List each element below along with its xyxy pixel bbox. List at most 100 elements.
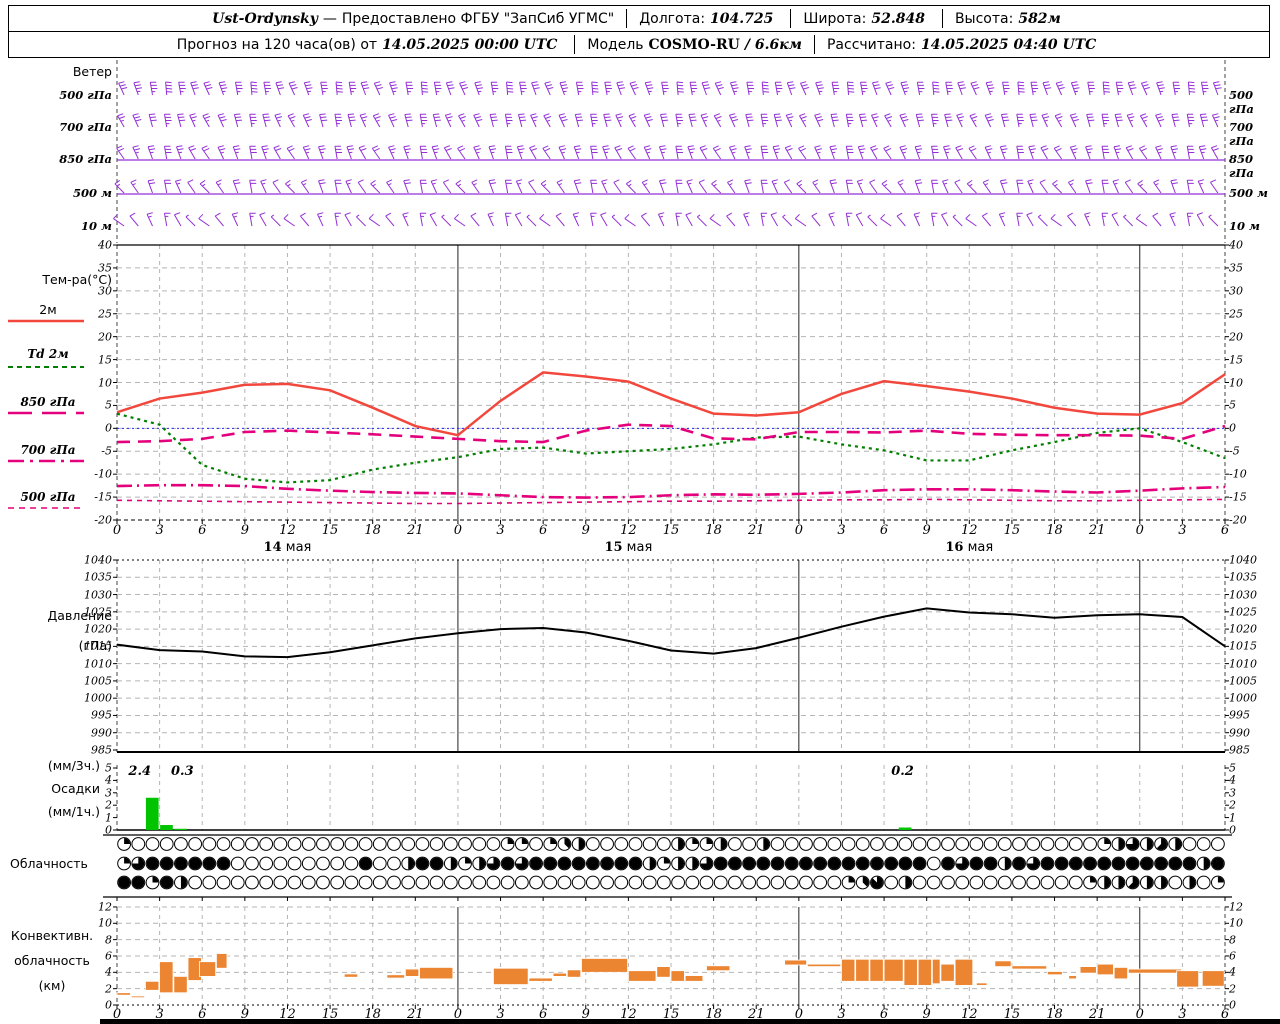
conv-ytick: 0: [1229, 998, 1236, 1012]
precip-ytick: 2: [105, 798, 112, 812]
conv-ytick: 0: [105, 998, 112, 1012]
temp-xtick: 3: [155, 523, 164, 538]
cloud-fill: [828, 857, 841, 870]
bottom-xtick: 9: [581, 1007, 590, 1022]
cloud-fill: [203, 857, 216, 870]
cloud-row-2: [117, 875, 1225, 890]
bottom-xtick: 6: [198, 1007, 207, 1022]
convective-bar: [931, 958, 941, 985]
cloud-circle: [301, 875, 316, 890]
meteogram-screen: Ust-Ordynsky — Предоставлено ФГБУ "ЗапСи…: [0, 0, 1280, 1024]
pressure-ytick: 1035: [84, 570, 112, 584]
cloud-fill: [160, 857, 173, 870]
cloud-circle: [131, 837, 146, 851]
temp-ytick: 35: [1229, 261, 1243, 275]
temp-xtick: 15: [1003, 523, 1021, 538]
cloud-fill: [743, 857, 756, 870]
conv-ytick: 6: [1229, 949, 1236, 963]
pressure-ytick: 990: [1229, 726, 1250, 740]
convective-bar: [1128, 968, 1182, 974]
cloud-circle: [926, 875, 941, 890]
convective-bar: [581, 958, 628, 973]
cloud-circle: [316, 856, 330, 871]
convective-bar: [706, 965, 731, 972]
cloud-fill: [856, 857, 869, 870]
convective-bar: [145, 980, 160, 991]
bottom-xtick: 18: [705, 1007, 722, 1022]
cloud-fill: [465, 857, 471, 864]
cloud-circle: [529, 875, 543, 890]
cloud-fill: [1055, 857, 1068, 870]
cloud-fill: [1013, 857, 1025, 870]
cloud-fill: [848, 876, 855, 883]
cloud-circle: [401, 837, 416, 851]
cloud-circle: [585, 875, 600, 890]
convective-bar: [343, 973, 359, 978]
cloud-circle: [429, 875, 444, 890]
temp-xtick: 0: [1135, 523, 1144, 538]
conv-ytick: 10: [1229, 916, 1243, 930]
precip-panel: [116, 765, 1226, 831]
pressure-ytick: 1005: [1229, 674, 1257, 688]
cloud-fill: [507, 838, 514, 844]
cloud-circle: [344, 856, 359, 871]
cloud-circle: [188, 837, 203, 851]
cloud-fill: [1211, 857, 1224, 870]
cloud-fill: [521, 838, 528, 844]
cloud-fill: [663, 857, 670, 864]
cloud-fill: [984, 857, 997, 870]
cloud-circle: [1210, 837, 1225, 851]
cloud-circle: [841, 837, 856, 851]
convective-bar: [917, 958, 932, 986]
cloud-circle: [273, 837, 288, 851]
cloud-circle: [1083, 837, 1097, 851]
temp-ytick: -10: [1229, 467, 1247, 481]
temp-xtick: 0: [112, 523, 122, 538]
cloud-fill: [152, 876, 159, 883]
cloud-circle: [245, 856, 259, 871]
bottom-xtick: 9: [922, 1007, 931, 1022]
temp-xtick: 3: [837, 523, 846, 538]
cloud-fill: [1041, 857, 1054, 870]
cloud-fill: [899, 857, 912, 870]
wind-barbs-row-1: [117, 113, 1220, 128]
convective-bar: [1113, 967, 1129, 980]
cloud-circle: [316, 875, 330, 890]
cloud-circle: [699, 875, 714, 890]
cloud-circle: [585, 837, 600, 851]
temp-xtick: 18: [1046, 523, 1063, 538]
temp-ytick: 10: [1229, 376, 1243, 389]
temp-xtick: 18: [705, 523, 722, 538]
cloud-circle: [372, 837, 387, 851]
convective-bar: [1201, 970, 1225, 987]
cloud-circle: [316, 837, 330, 851]
cloud-circle: [813, 837, 828, 851]
cloud-circle: [330, 837, 345, 851]
precip-ytick: 2: [1229, 798, 1236, 812]
cloud-fill: [558, 857, 571, 870]
cloud-circle: [799, 875, 813, 890]
date-label: 15 мая: [604, 540, 653, 555]
cloud-circle: [486, 837, 501, 851]
temp-ytick: 0: [1229, 421, 1236, 435]
convective-bar: [130, 995, 146, 999]
cloud-fill: [175, 857, 187, 870]
convective-bar: [159, 961, 174, 994]
cloud-fill: [572, 857, 585, 870]
convective-bar: [1011, 965, 1048, 970]
bottom-xtick: 3: [837, 1007, 846, 1022]
cloud-circle: [628, 875, 643, 890]
temp-xtick: 9: [581, 523, 590, 538]
cloud-circle: [387, 875, 401, 890]
cloud-circle: [458, 875, 472, 890]
bottom-xtick: 12: [961, 1007, 978, 1022]
convective-bar: [903, 958, 918, 986]
cloud-fill: [629, 857, 642, 870]
cloud-fill: [800, 857, 812, 870]
temp-ytick: 20: [98, 330, 112, 344]
pressure-panel: [116, 559, 1226, 753]
cloud-fill: [1126, 857, 1139, 870]
cloud-fill: [615, 857, 628, 870]
pressure-ytick: 1035: [1229, 570, 1257, 584]
convective-bar: [1079, 966, 1097, 974]
